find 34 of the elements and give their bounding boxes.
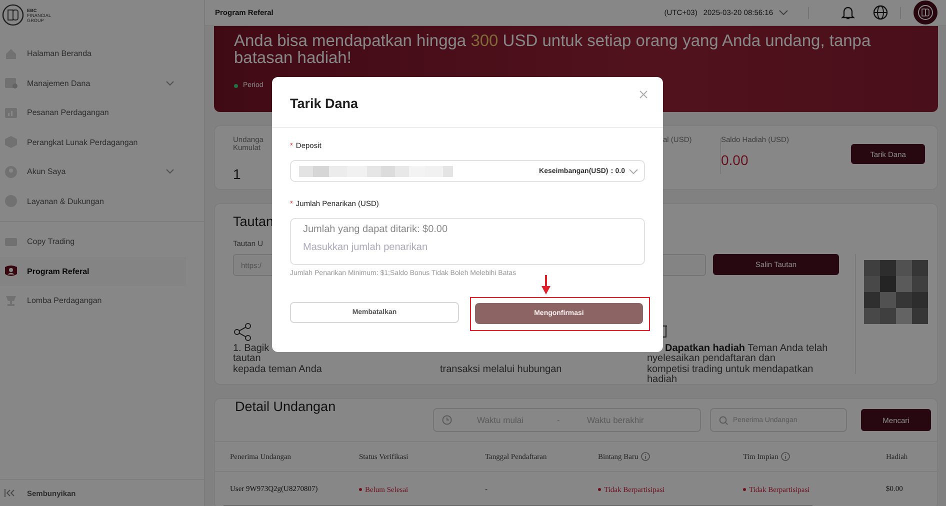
sidebar-item[interactable]: Copy Trading <box>0 227 204 256</box>
blurred-qr-drawing <box>864 260 928 324</box>
search-icon <box>719 416 728 424</box>
chevron-down-icon <box>629 168 638 174</box>
sidebar-item[interactable]: Perangkat Lunak Perdagangan <box>0 128 204 157</box>
dialog-title: Tarik Dana <box>290 94 360 110</box>
sidebar-item[interactable]: Pesanan Perdagangan <box>0 98 204 128</box>
step-text: Dapatkan hadiah Teman Anda telah nyelesaikan pendaftaran dan kompetisi trading untuk mendapatkan hadiah <box>647 344 829 386</box>
card-title: Detail Undangan <box>235 399 337 414</box>
sidebar-item[interactable]: Akun Saya <box>0 157 204 186</box>
sidebar-item[interactable]: Lomba Perdagangan <box>0 286 204 316</box>
chevron-down-icon <box>779 10 788 15</box>
collapse-icon <box>4 489 16 497</box>
globe-icon[interactable] <box>873 5 888 20</box>
share-icon <box>233 322 253 342</box>
sidebar-item[interactable]: Manajemen Dana <box>0 68 204 98</box>
status-dot <box>234 84 238 88</box>
sidebar-item[interactable]: Halaman Beranda <box>0 39 204 68</box>
logo-icon <box>2 4 24 26</box>
stat-value: 1 <box>233 166 242 182</box>
reward-value: 0.00 <box>721 152 750 168</box>
clock-icon <box>442 415 452 425</box>
wallet-icon <box>4 76 18 90</box>
bell-icon[interactable] <box>841 5 855 20</box>
sidebar-item[interactable]: Layanan & Dukungan <box>0 186 204 216</box>
step-text: 1. Bagik tautan kepada teman Anda <box>233 344 323 376</box>
available-amount: Jumlah yang dapat ditarik: $0.00 <box>303 224 449 235</box>
user-badge-icon <box>4 264 18 278</box>
amount-field[interactable]: Jumlah yang dapat ditarik: $0.00 Masukkan jumlah penarikan <box>290 218 645 265</box>
banner-headline: Anda bisa mendapatkan hingga 300 USD untuk setiap orang yang Anda undang, tanpa batasan hadiah! <box>234 33 872 67</box>
avatar-icon[interactable] <box>913 0 938 25</box>
arrow-down-icon <box>541 275 551 295</box>
card-title: Tautan <box>233 214 274 229</box>
amount-input[interactable]: Masukkan jumlah penarikan <box>303 242 632 253</box>
